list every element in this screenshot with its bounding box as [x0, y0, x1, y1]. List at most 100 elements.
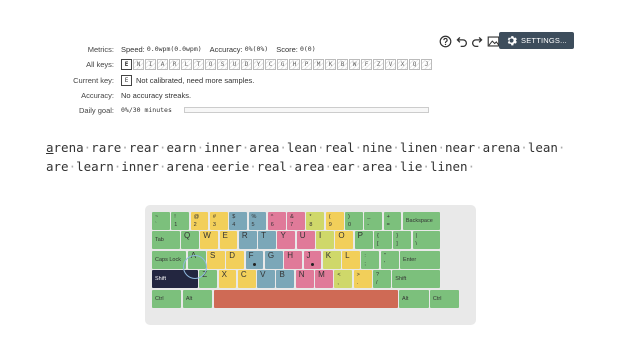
key-slot-k: K	[325, 58, 336, 70]
key-label: [	[376, 241, 379, 248]
settings-button[interactable]: SETTINGS...	[499, 32, 574, 49]
key-': " '	[380, 250, 399, 269]
key-label: 5	[251, 222, 255, 228]
key-6: ^ 6	[267, 212, 286, 230]
key-i: I	[316, 231, 334, 250]
key-shift-label: @	[193, 214, 200, 220]
key-slot-i: I	[145, 58, 156, 70]
key-shift-label: :	[364, 252, 366, 259]
lesson-word: area	[249, 140, 280, 155]
daily-goal-label: Daily goal:	[78, 105, 114, 115]
speed-label: Speed:	[121, 44, 145, 54]
lesson-word: learn	[76, 159, 114, 174]
undo-icon[interactable]	[455, 34, 468, 48]
space-marker: ·	[249, 159, 257, 174]
key-label: /	[375, 280, 378, 287]
lesson-word: earn	[166, 140, 197, 155]
toolbar	[439, 32, 500, 50]
lesson-word: eerie	[211, 159, 250, 174]
key-shift: Shift	[392, 270, 441, 289]
key-shift-label: ~	[155, 214, 159, 220]
key-slot-b: B	[337, 58, 348, 70]
accuracy-label: Accuracy:	[209, 44, 243, 54]
space-marker: ·	[392, 140, 400, 155]
key-shift-label: "	[383, 252, 386, 259]
accuracy-value: 0%(0%)	[244, 45, 269, 53]
key-label: L	[345, 250, 350, 260]
text-cursor: a	[46, 140, 54, 155]
key-label: 3	[212, 222, 216, 228]
key-label: Q	[183, 231, 191, 241]
key-label: D	[229, 250, 236, 260]
key-n: N	[295, 270, 314, 289]
key-label: 1	[174, 222, 178, 228]
key-caps-lock: Caps Lock	[152, 250, 187, 269]
current-key-label: Current key:	[73, 75, 114, 85]
key-shift-label: |	[415, 233, 417, 240]
key-8: * 8	[306, 212, 325, 230]
gear-icon	[507, 36, 517, 46]
space-marker: ·	[557, 140, 566, 155]
key-tab: Tab	[152, 231, 180, 250]
lesson-word: lean	[527, 140, 558, 155]
key-1: ! 1	[171, 212, 190, 230]
lesson-word: nine	[362, 140, 393, 155]
key-slot-f: F	[361, 58, 372, 70]
key-slot-l: L	[181, 58, 192, 70]
key-\: | \	[412, 231, 441, 250]
key-;: :;	[361, 250, 380, 269]
lesson-word: are	[46, 159, 69, 174]
key-label: Shift	[155, 276, 167, 283]
key-e: E	[219, 231, 238, 250]
key-w: W	[200, 231, 219, 250]
key-shift-label: _	[367, 214, 371, 220]
lesson-word: near	[445, 140, 476, 155]
key-label: P	[357, 231, 363, 241]
key-slot-g: G	[277, 58, 288, 70]
lesson-word: lean	[286, 140, 318, 155]
key-label: M	[318, 270, 325, 280]
key-slot-w: W	[349, 58, 360, 70]
help-circle-icon[interactable]	[439, 34, 452, 48]
key-shift-label: *	[309, 214, 312, 220]
key-slot-e: E	[121, 58, 132, 70]
key-label: J	[306, 250, 311, 260]
key-label: H	[287, 250, 293, 260]
lesson-word: area	[362, 159, 393, 174]
key-0: ) 0	[345, 212, 363, 230]
current-key-status: Not calibrated, need more samples.	[136, 75, 255, 85]
key-shift-label: {	[376, 233, 379, 240]
key-label: Alt	[402, 295, 409, 302]
key-label: F	[248, 250, 254, 260]
lesson-text[interactable]: arena·rare·rear·earn·inner·area·lean·rea…	[46, 138, 586, 176]
redo-icon[interactable]	[471, 34, 484, 48]
key-label: I	[319, 231, 322, 241]
key-enter: Enter	[400, 250, 441, 269]
space-marker: ·	[422, 159, 430, 174]
lesson-word: inner	[204, 140, 242, 155]
key-label: S	[210, 250, 216, 260]
space-marker: ·	[520, 140, 528, 155]
accuracy-row-label: Accuracy:	[81, 90, 114, 100]
lesson-word: linen	[429, 159, 468, 174]
key-shift-label: #	[212, 214, 216, 220]
metrics-values: Speed: 0.0wpm(0.0wpm) Accuracy: 0%(0%) S…	[121, 45, 316, 54]
key-label: T	[261, 231, 267, 241]
key-slot-o: O	[205, 58, 216, 70]
key-r: R	[238, 231, 257, 250]
key-shift-label: }	[396, 233, 399, 240]
key-slot-s: S	[217, 58, 228, 70]
key-label: U	[299, 231, 306, 241]
key-label: ,	[337, 280, 339, 287]
key-shift-label: %	[251, 214, 257, 220]
key-label: 4	[232, 222, 236, 228]
score-value: 0(0)	[299, 45, 316, 53]
key-3: #3	[209, 212, 228, 230]
key-slot-p: P	[301, 58, 312, 70]
key-slot-v: V	[385, 58, 396, 70]
space-marker: ·	[279, 140, 287, 155]
space-marker: ·	[121, 140, 129, 155]
key-label: K	[325, 250, 332, 260]
key-slot-q: Q	[409, 58, 420, 70]
key-slot-m: M	[313, 58, 324, 70]
